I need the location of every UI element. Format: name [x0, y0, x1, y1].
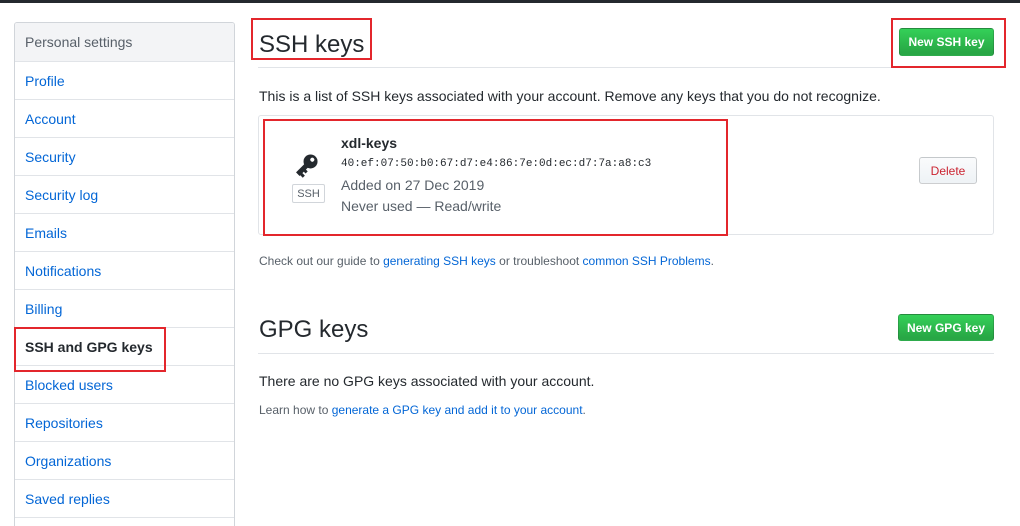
- sidebar-item-blocked-users[interactable]: Blocked users: [15, 366, 234, 404]
- sidebar-item-saved-replies[interactable]: Saved replies: [15, 480, 234, 518]
- common-ssh-problems-link[interactable]: common SSH Problems: [583, 254, 711, 268]
- sidebar-item-security[interactable]: Security: [15, 138, 234, 176]
- ssh-key-item: [258, 115, 994, 235]
- gpg-empty-text: There are no GPG keys associated with yo…: [259, 373, 595, 389]
- ssh-key-name: xdl-keys: [341, 135, 398, 151]
- new-gpg-key-button[interactable]: New GPG key: [898, 314, 994, 341]
- sidebar-item-account[interactable]: Account: [15, 100, 234, 138]
- ssh-guide-prefix: Check out our guide to: [259, 254, 384, 268]
- new-ssh-key-button[interactable]: New SSH key: [899, 28, 994, 56]
- sidebar-item-organizations[interactable]: Organizations: [15, 442, 234, 480]
- sidebar-item-emails[interactable]: Emails: [15, 214, 234, 252]
- top-header-bar: [0, 0, 1020, 3]
- ssh-type-label: SSH: [292, 184, 325, 203]
- sidebar-item-billing[interactable]: Billing: [15, 290, 234, 328]
- gpg-learn-suffix: .: [582, 403, 586, 417]
- key-icon: [296, 154, 318, 178]
- ssh-guide-text: Check out our guide to generating SSH ke…: [259, 254, 714, 268]
- gpg-learn-text: Learn how to generate a GPG key and add …: [259, 403, 586, 417]
- sidebar-item-security-log[interactable]: Security log: [15, 176, 234, 214]
- ssh-key-fingerprint: 40:ef:07:50:b0:67:d7:e4:86:7e:0d:ec:d7:7…: [341, 158, 652, 170]
- sidebar-item-repositories[interactable]: Repositories: [15, 404, 234, 442]
- gpg-section-divider: [258, 353, 994, 354]
- ssh-guide-suffix: .: [710, 254, 714, 268]
- ssh-description: This is a list of SSH keys associated wi…: [259, 88, 881, 104]
- generate-gpg-key-link[interactable]: generate a GPG key and add it to your ac…: [332, 403, 583, 417]
- sidebar-header: Personal settings: [15, 23, 234, 62]
- gpg-learn-prefix: Learn how to: [259, 403, 332, 417]
- ssh-key-usage: Never used — Read/write: [341, 198, 502, 214]
- delete-ssh-key-button[interactable]: Delete: [919, 157, 977, 184]
- ssh-keys-title: SSH keys: [259, 31, 365, 58]
- sidebar-item-profile[interactable]: Profile: [15, 62, 234, 100]
- ssh-section-divider: [258, 67, 994, 68]
- generating-ssh-keys-link[interactable]: generating SSH keys: [383, 254, 496, 268]
- gpg-keys-title: GPG keys: [259, 316, 369, 343]
- sidebar-item-ssh-gpg-keys[interactable]: SSH and GPG keys: [15, 328, 234, 366]
- sidebar-item-notifications[interactable]: Notifications: [15, 252, 234, 290]
- ssh-key-added-date: Added on 27 Dec 2019: [341, 177, 485, 193]
- ssh-guide-middle: or troubleshoot: [495, 254, 583, 268]
- settings-sidebar: Personal settings Profile Account Securi…: [14, 22, 235, 526]
